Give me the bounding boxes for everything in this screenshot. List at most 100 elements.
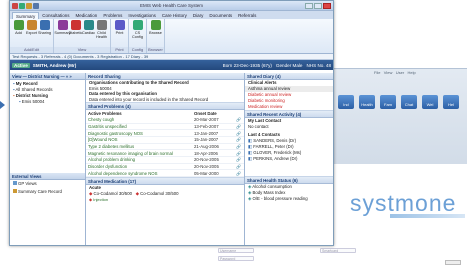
bg-app-icon-fam[interactable]: Fam bbox=[380, 95, 396, 109]
tab-referrals[interactable]: Referrals bbox=[235, 12, 259, 19]
cs-config-button[interactable]: CS Config bbox=[131, 20, 144, 39]
bg-app-icon-wel[interactable]: Wel bbox=[422, 95, 438, 109]
problem-cell: Disorder dysfunction bbox=[86, 163, 192, 171]
tab-summary[interactable]: Summary bbox=[12, 12, 40, 19]
link-icon: 🔗 bbox=[234, 136, 244, 144]
bg-app-icon-health[interactable]: Health bbox=[359, 95, 375, 109]
add-label: Add bbox=[15, 31, 22, 35]
problem-cell: Diagnostic gastroscopy NOS bbox=[86, 129, 192, 137]
table-row[interactable]: Disorder dysfunction 20-Nov-2005 🔗 bbox=[86, 163, 244, 171]
login-button[interactable] bbox=[445, 260, 461, 265]
export-label: Export bbox=[26, 31, 37, 35]
onset-date-cell: 21-Aug-2006 bbox=[192, 143, 234, 151]
summary-icon bbox=[57, 20, 68, 30]
health-status-label: Alcohol consumption bbox=[252, 184, 292, 189]
ribbon-group-label: Browser bbox=[147, 47, 164, 53]
browse-icon bbox=[150, 20, 161, 30]
shared-health-header[interactable]: Shared Health Status (6) bbox=[245, 177, 333, 184]
tab-medication[interactable]: Medication bbox=[73, 12, 101, 19]
patient-name[interactable]: SMITH, Andrew (Mr) bbox=[33, 63, 76, 68]
add-button[interactable]: Add bbox=[12, 20, 25, 35]
summary-button[interactable]: Summary bbox=[54, 20, 71, 35]
problem-cell: [D]Wound NOS bbox=[86, 136, 192, 144]
shared-medication-header[interactable]: Shared Medication (17) bbox=[86, 178, 244, 186]
sharing-button[interactable]: Sharing bbox=[38, 20, 51, 35]
shared-problems-header[interactable]: Shared Problems (4) bbox=[86, 103, 244, 111]
table-row[interactable]: Type 2 diabetes mellitus 21-Aug-2006 🔗 bbox=[86, 143, 244, 151]
tree-item-label: All Shared Records bbox=[15, 87, 53, 92]
tab-documents[interactable]: Documents bbox=[206, 12, 235, 19]
shared-diary-header[interactable]: Shared Diary (4) bbox=[245, 73, 333, 80]
export-icon bbox=[26, 20, 37, 30]
table-row[interactable]: Magnetic resonance imaging of brain norm… bbox=[86, 149, 244, 157]
bg-app-icon-chat[interactable]: Chat bbox=[401, 95, 417, 109]
right-pane: Shared Diary (4) Clinical Alerts Asthma … bbox=[245, 73, 333, 245]
print-icon bbox=[114, 20, 125, 30]
cardiac-label: Cardiac bbox=[81, 31, 96, 35]
external-view-scr[interactable]: Summary Care Record bbox=[10, 188, 85, 196]
onset-date-cell: 13-Feb-2007 bbox=[192, 123, 234, 131]
main-content: View — District Nursing — « » ▪ My Recor… bbox=[10, 73, 333, 245]
username-field[interactable]: Username bbox=[218, 248, 254, 253]
systmone-logo: systmone bbox=[350, 190, 457, 216]
background-toolbar: Ind Health Fam Chat Wel Hel bbox=[338, 95, 459, 109]
ribbon: Add Export Sharing Add/Edit Summary Diabetic C… bbox=[10, 19, 333, 54]
sharing-label: Sharing bbox=[37, 31, 52, 35]
bg-app-icon-ind[interactable]: Ind bbox=[338, 95, 354, 109]
password-field[interactable]: Password bbox=[218, 256, 254, 261]
bg-app-icon-hel[interactable]: Hel bbox=[443, 95, 459, 109]
browse-label: Browse bbox=[149, 31, 162, 35]
table-row[interactable]: Diagnostic gastroscopy NOS 13-Jan-2007 🔗 bbox=[86, 129, 244, 137]
export-button[interactable]: Export bbox=[25, 20, 38, 35]
view-header[interactable]: View — District Nursing — « » bbox=[10, 73, 85, 80]
external-view-gp[interactable]: GP Views bbox=[10, 180, 85, 188]
shared-problems-section: Shared Problems (4) Active Problems Onse… bbox=[86, 103, 244, 179]
login-panel: Username Password Smartcard bbox=[210, 246, 467, 267]
onset-date-cell: 20-Mar-2007 bbox=[192, 116, 234, 124]
table-row[interactable]: [D]Wound NOS 15-Jan-2007 🔗 bbox=[86, 136, 244, 144]
contact-item[interactable]: ◧ PERKINS, Andrew (Dr) bbox=[245, 156, 333, 162]
cs-config-label: CS Config bbox=[132, 31, 143, 39]
link-icon: 🔗 bbox=[234, 129, 244, 137]
tab-investigations[interactable]: Investigations bbox=[125, 12, 159, 19]
ribbon-group-label: Config bbox=[129, 47, 146, 53]
health-status-item[interactable]: ◈ O/E - blood pressure reading bbox=[245, 196, 333, 202]
problem-cell: Chesty cough bbox=[86, 116, 192, 124]
cardiac-button[interactable]: Cardiac bbox=[82, 20, 95, 35]
table-row[interactable]: Chesty cough 20-Mar-2007 🔗 bbox=[86, 116, 244, 124]
shared-activity-section: Shared Recent Activity (4) My Last Conta… bbox=[245, 111, 333, 177]
table-row[interactable]: Alcohol problem drinking 20-Nov-2005 🔗 bbox=[86, 156, 244, 164]
diabetic-button[interactable]: Diabetic bbox=[69, 20, 82, 35]
link-icon: 🔗 bbox=[234, 169, 244, 178]
link-icon: 🔗 bbox=[234, 143, 244, 151]
tab-problems[interactable]: Problems bbox=[100, 12, 125, 19]
ribbon-group-label: View bbox=[54, 47, 110, 53]
tree-item-emis-50004[interactable]: ▪ Emis 50004 bbox=[13, 99, 82, 105]
diabetic-icon bbox=[70, 20, 81, 30]
shared-medication-section: Shared Medication (17) Acute ◆ Co-Codamo… bbox=[86, 178, 244, 203]
onset-date-cell: 18-Apr-2006 bbox=[192, 149, 234, 157]
tab-care-history[interactable]: Care History bbox=[159, 12, 190, 19]
print-button[interactable]: Print bbox=[113, 20, 126, 35]
medication-icon: ◆ bbox=[89, 191, 93, 197]
problem-cell: Alcohol dependence syndrome NOS bbox=[86, 169, 192, 178]
record-sharing-header[interactable]: Record Sharing bbox=[86, 73, 244, 80]
tab-diary[interactable]: Diary bbox=[190, 12, 207, 19]
child-health-button[interactable]: Child Health bbox=[95, 20, 108, 39]
table-row[interactable]: Gastritis unspecified 13-Feb-2007 🔗 bbox=[86, 123, 244, 131]
scr-view-icon bbox=[13, 189, 17, 193]
window-title: EMIS Web Health Care System bbox=[140, 3, 203, 8]
print-label: Print bbox=[115, 31, 124, 35]
problem-cell: Gastritis unspecified bbox=[86, 123, 192, 131]
shared-activity-header[interactable]: Shared Recent Activity (4) bbox=[245, 111, 333, 118]
table-row[interactable]: Alcohol dependence syndrome NOS 05-Mar-20… bbox=[86, 169, 244, 178]
smartcard-field[interactable]: Smartcard bbox=[320, 248, 356, 253]
tab-consultations[interactable]: Consultations bbox=[39, 12, 72, 19]
ribbon-group-view: Summary Diabetic Cardiac Child Health View bbox=[54, 19, 111, 53]
record-tree: ▪ My Record ▪ All Shared Records ▪ Distric… bbox=[10, 80, 85, 106]
diary-item[interactable]: Medication review bbox=[245, 104, 333, 110]
external-views-header: External Views bbox=[10, 173, 85, 180]
ribbon-group-add-edit: Add Export Sharing Add/Edit bbox=[10, 19, 54, 53]
onset-date-cell: 05-Mar-2000 bbox=[192, 169, 234, 178]
browse-button[interactable]: Browse bbox=[149, 20, 162, 35]
